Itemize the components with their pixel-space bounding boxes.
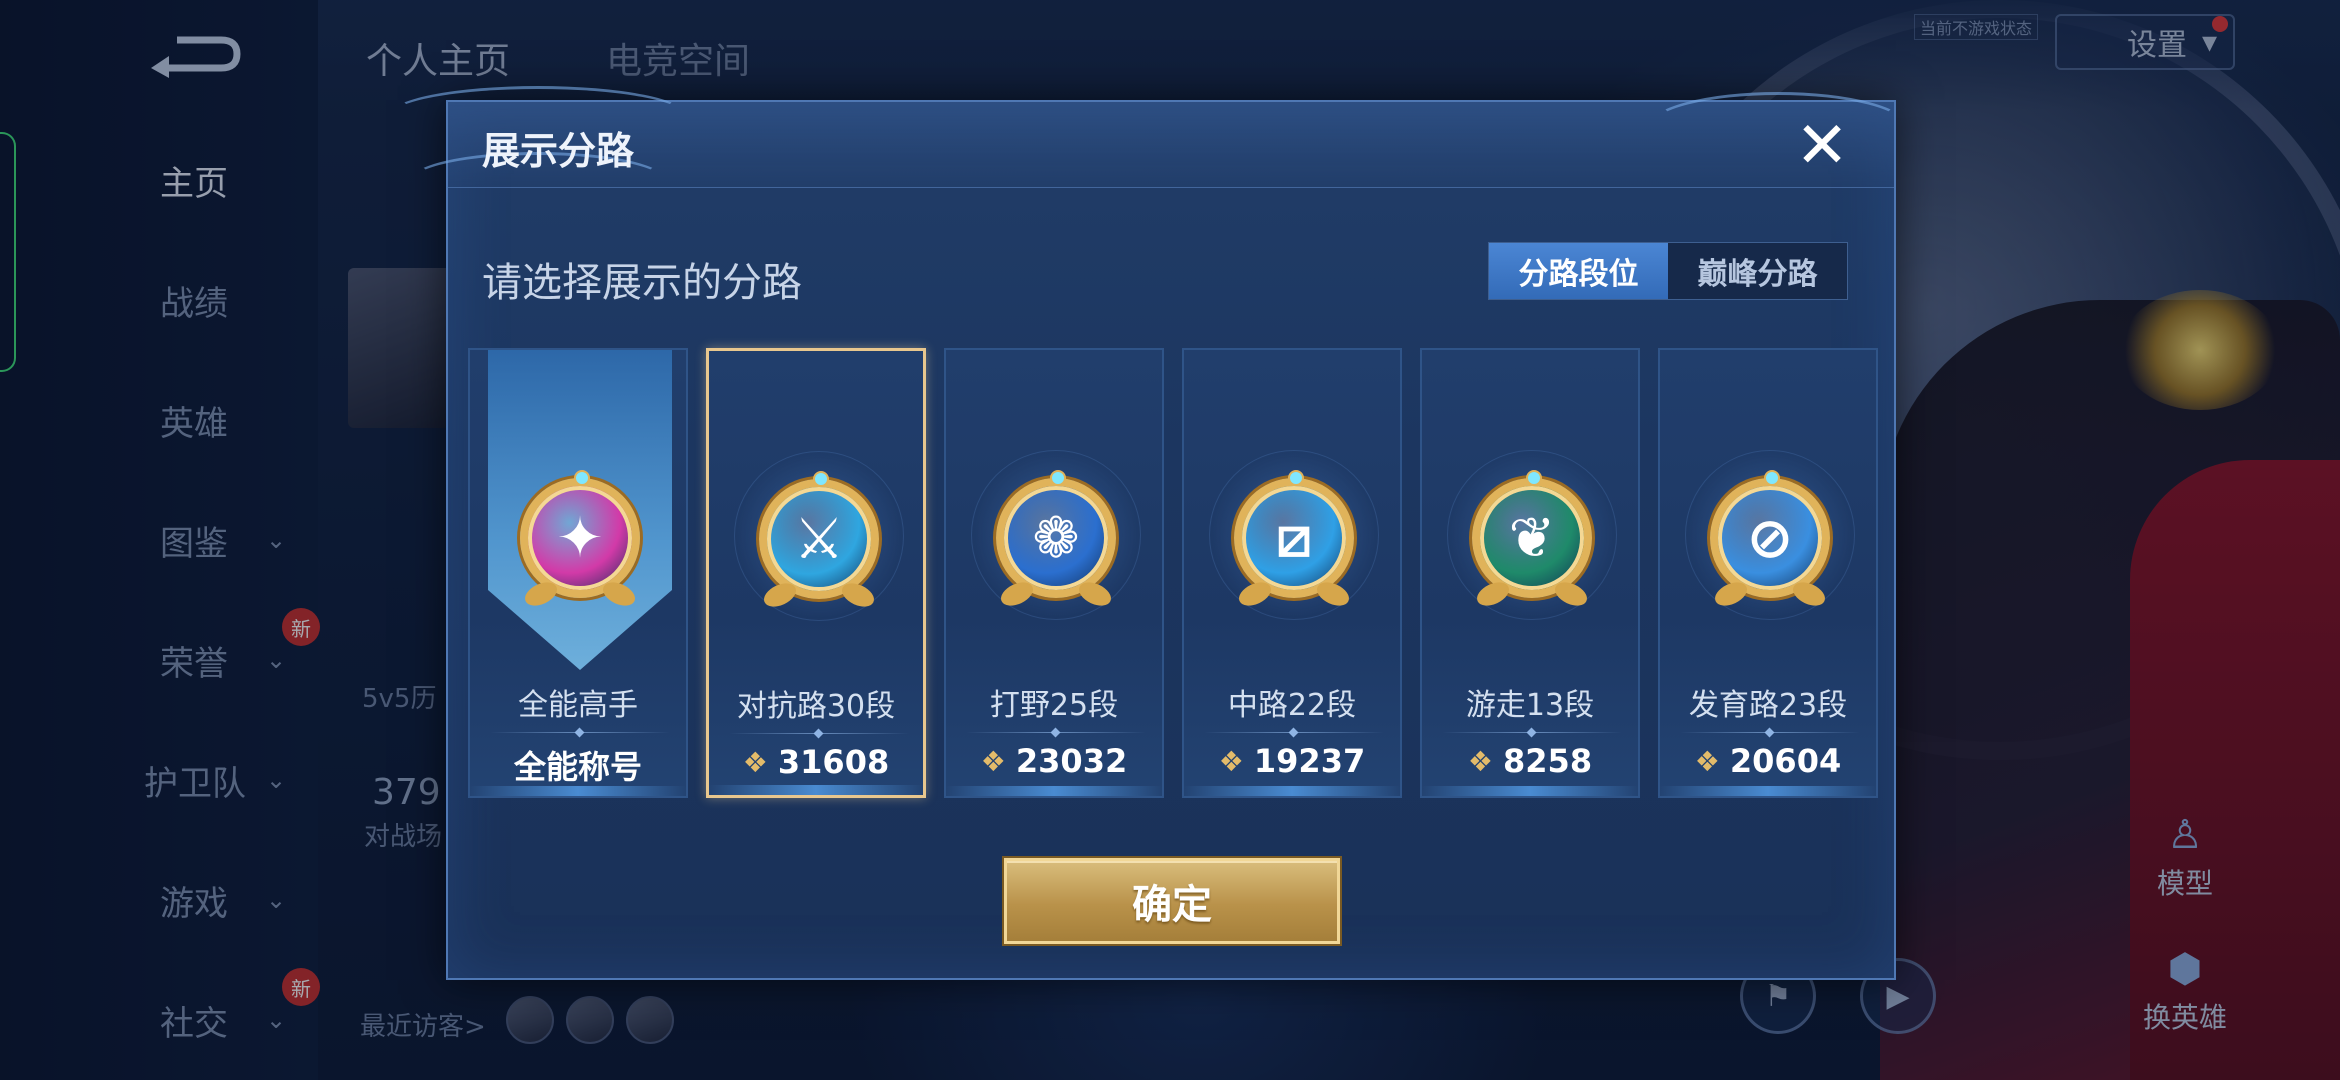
card-divider: [490, 732, 670, 733]
emblem-jewel: [1288, 470, 1304, 486]
emblem-glyph: ❦: [1508, 505, 1556, 571]
lane-card-mid[interactable]: ⧄ 中路22段 ❖ 19237: [1182, 348, 1402, 798]
peak-points-icon: ❖: [1467, 744, 1494, 778]
emblem-jewel: [813, 471, 829, 487]
card-divider: [729, 733, 909, 734]
card-divider: [1680, 732, 1860, 733]
emblem-jewel: [1050, 470, 1066, 486]
emblem-jewel: [574, 470, 590, 486]
card-footer-glow: [470, 786, 686, 796]
card-footer-glow: [709, 785, 923, 795]
lane-card-score: ❖ 19237: [1184, 742, 1400, 780]
lane-card-farm[interactable]: ⊘ 发育路23段 ❖ 20604: [1658, 348, 1878, 798]
dialog-title: 展示分路: [482, 129, 635, 173]
close-icon[interactable]: ✕: [1790, 114, 1854, 178]
emblem-glyph: ⊘: [1746, 505, 1794, 571]
card-divider: [966, 732, 1146, 733]
lane-card-name: 对抗路30段: [736, 689, 896, 724]
peak-points-icon: ❖: [742, 745, 768, 779]
card-footer-glow: [1660, 786, 1876, 796]
peak-points-icon: ❖: [1694, 744, 1720, 778]
lane-card-score: ❖ 20604: [1660, 742, 1876, 780]
emblem-jewel: [1764, 470, 1780, 486]
clash-lane-emblem-icon: ⚔: [759, 471, 879, 612]
peak-points-icon: ❖: [1218, 744, 1244, 778]
toggle-peak-lane[interactable]: 巅峰分路: [1668, 243, 1847, 299]
lane-card-name: 发育路23段: [1688, 688, 1848, 723]
emblem-glyph: ⧄: [1276, 505, 1312, 570]
lane-card-jungle[interactable]: ❁ 打野25段 ❖ 23032: [944, 348, 1164, 798]
lane-mode-toggle: 分路段位 巅峰分路: [1488, 242, 1848, 300]
lane-card-name: 打野25段: [989, 688, 1119, 723]
lane-card-all-rounder[interactable]: ✦ 全能高手 全能称号: [468, 348, 688, 798]
score-value: 20604: [1729, 742, 1842, 780]
lane-card-score: ❖ 23032: [946, 742, 1162, 780]
emblem-glyph: ✦: [556, 505, 604, 571]
card-divider: [1442, 732, 1622, 733]
all-rounder-emblem-icon: ✦: [520, 470, 640, 611]
peak-points-icon: ❖: [980, 744, 1006, 778]
farm-lane-emblem-icon: ⊘: [1710, 470, 1830, 611]
lane-card-score: 全能称号: [470, 742, 686, 788]
score-value: 19237: [1253, 742, 1366, 780]
lane-card-name: 游走13段: [1465, 688, 1595, 723]
mid-lane-emblem-icon: ⧄: [1234, 470, 1354, 611]
toggle-lane-rank[interactable]: 分路段位: [1489, 243, 1668, 299]
lane-card-roam[interactable]: ❦ 游走13段 ❖ 8258: [1420, 348, 1640, 798]
lane-card-name: 全能高手: [518, 688, 638, 723]
lane-card-name: 中路22段: [1227, 688, 1357, 723]
swirl-decoration: [1648, 92, 1908, 162]
card-divider: [1204, 732, 1384, 733]
card-footer-glow: [1422, 786, 1638, 796]
confirm-button[interactable]: 确定: [1004, 858, 1340, 944]
lane-card-list: ✦ 全能高手 全能称号 ⚔ 对抗路30段 ❖ 31608 ❁ 打野25段 ❖ 2…: [468, 348, 1878, 800]
lane-card-score: ❖ 8258: [1422, 742, 1638, 780]
lane-card-score: ❖ 31608: [709, 743, 923, 781]
roam-emblem-icon: ❦: [1472, 470, 1592, 611]
lane-card-clash[interactable]: ⚔ 对抗路30段 ❖ 31608: [706, 348, 926, 798]
emblem-glyph: ❁: [1032, 505, 1080, 571]
score-value: 23032: [1015, 742, 1128, 780]
select-lane-prompt: 请选择展示的分路: [482, 260, 802, 306]
card-footer-glow: [946, 786, 1162, 796]
score-value: 31608: [777, 743, 890, 781]
emblem-glyph: ⚔: [793, 506, 845, 572]
jungle-emblem-icon: ❁: [996, 470, 1116, 611]
score-value: 全能称号: [513, 748, 642, 786]
lane-display-dialog: 展示分路 ✕ 请选择展示的分路 分路段位 巅峰分路 ✦ 全能高手 全能称号 ⚔ …: [388, 86, 1908, 980]
card-footer-glow: [1184, 786, 1400, 796]
score-value: 8258: [1503, 742, 1593, 780]
emblem-jewel: [1526, 470, 1542, 486]
